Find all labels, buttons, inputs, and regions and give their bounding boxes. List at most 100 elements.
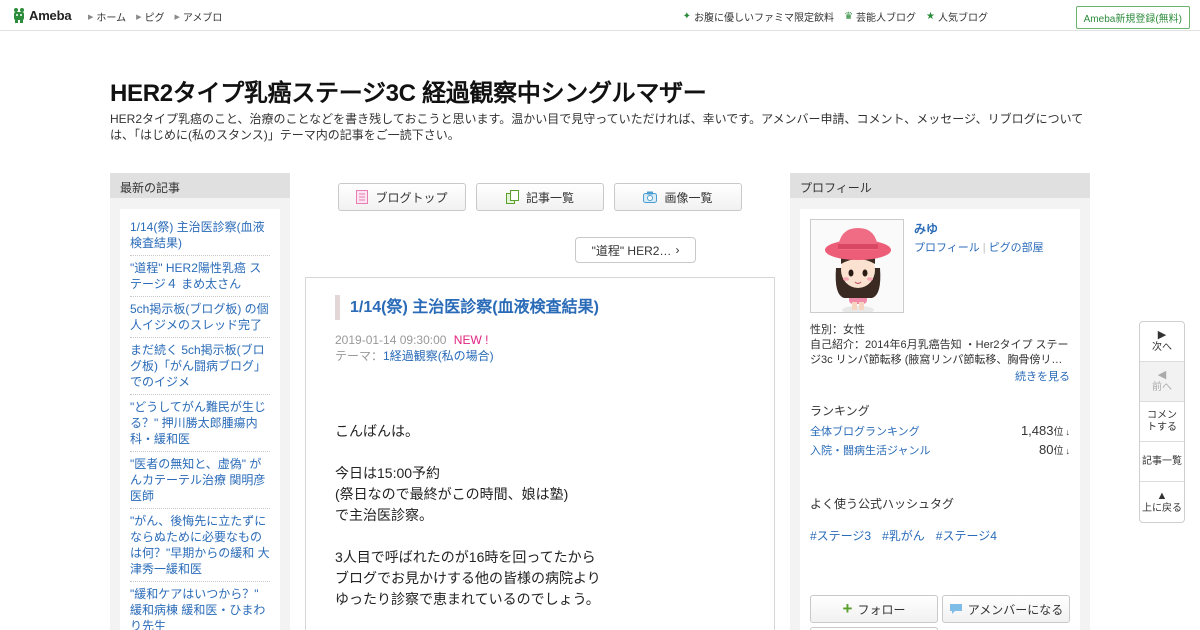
- recent-post-link[interactable]: "医者の無知と、虚偽" がんカテーテル治療 関明彦医師: [130, 452, 270, 509]
- link-famima-label: お腹に優しいファミマ限定飲料: [694, 13, 835, 24]
- chevron-right-icon: ›: [675, 243, 680, 257]
- ranking-value: 80: [1039, 442, 1054, 457]
- entry-body: こんばんは。 今日は15:00予約 (祭日なので最終がこの時間、娘は塾) で主治…: [335, 421, 755, 610]
- hashtag-link[interactable]: #ステージ4: [936, 527, 997, 544]
- recent-posts-heading: 最新の記事: [110, 173, 290, 198]
- post-list-button[interactable]: 記事一覧: [1140, 442, 1184, 482]
- profile-gender: 性別：女性: [810, 324, 865, 336]
- profile-name[interactable]: みゆ: [914, 220, 938, 237]
- entry-line: 今日は15:00予約: [335, 465, 441, 481]
- entry-date: 2019-01-14 09:30:00: [335, 333, 447, 347]
- ranking-label[interactable]: 入院・闘病生活ジャンル: [810, 442, 930, 458]
- next-post-button[interactable]: ▶ 次へ: [1140, 322, 1184, 362]
- ranking-unit: 位: [1053, 427, 1064, 438]
- blog-title[interactable]: HER2タイプ乳癌ステージ3C 経過観察中シングルマザー: [110, 73, 707, 108]
- pigg-room-link[interactable]: ピグの部屋: [989, 242, 1044, 254]
- ranking-row: 入院・闘病生活ジャンル 80位 ↓: [810, 441, 1070, 459]
- next-label: 次へ: [1152, 342, 1172, 353]
- adjacent-post-link[interactable]: "道程" HER2… ›: [575, 237, 696, 263]
- profile-link[interactable]: プロフィール: [914, 242, 980, 254]
- link-famima-drink[interactable]: ✦ お腹に優しいファミマ限定飲料: [683, 9, 834, 24]
- nav-pigg[interactable]: ▶ ピグ: [136, 9, 164, 24]
- recent-post-link[interactable]: 1/14(祭) 主治医診察(血液検査結果): [130, 215, 270, 256]
- blog-entry: 1/14(祭) 主治医診察(血液検査結果) 2019-01-14 09:30:0…: [305, 277, 775, 630]
- logo-text: Ameba: [29, 7, 72, 23]
- entry-title[interactable]: 1/14(祭) 主治医診察(血液検査結果): [335, 295, 599, 320]
- recent-post-link[interactable]: "緩和ケアはいつから？" 緩和病棟 緩和医・ひまわり先生: [130, 582, 270, 630]
- ranking-label[interactable]: 全体ブログランキング: [810, 423, 920, 439]
- hashtag-heading: よく使う公式ハッシュタグ: [810, 497, 955, 511]
- chat-bubble-icon: [949, 604, 962, 614]
- profile-content: みゆ プロフィール | ピグの部屋 性別：女性 自己紹介：2014年6月乳癌告知 ・…: [800, 209, 1080, 630]
- back-to-top-button[interactable]: ▲ 上に戻る: [1140, 482, 1184, 522]
- link-popular-blog[interactable]: ★ 人気ブログ: [926, 9, 988, 24]
- nav-pigg-label: ピグ: [144, 13, 165, 24]
- tab-image-list[interactable]: 画像一覧: [614, 183, 742, 211]
- follow-label: フォロー: [857, 602, 906, 617]
- entry-meta: 2019-01-14 09:30:00 NEW ! テーマ：1経過観察(私の場合…: [335, 332, 494, 364]
- read-more-link[interactable]: 続きを見る: [1015, 368, 1070, 384]
- recent-post-link[interactable]: "どうしてがん難民が生じる？" 押川勝太郎腫瘍内科・緩和医: [130, 395, 270, 452]
- entry-line: 3人目で呼ばれたのが16時を回ってたから: [335, 549, 596, 565]
- triangle-right-icon: ▶: [1157, 329, 1167, 341]
- global-header: Ameba ▶ ホーム ▶ ピグ ▶ アメブロ ✦ お腹に優しいファミマ限定飲料 ♛ 芸能…: [0, 0, 1200, 31]
- nav-home-label: ホーム: [96, 13, 127, 24]
- avatar-image: [811, 220, 903, 312]
- amember-button[interactable]: アメンバーになる: [942, 595, 1070, 623]
- triangle-left-icon: ◀: [1157, 369, 1167, 381]
- ranking-row: 全体ブログランキング 1,483位 ↓: [810, 422, 1070, 440]
- entry-line: で主治医診察。: [335, 507, 433, 523]
- ranking-value-group: 80位 ↓: [1039, 441, 1070, 459]
- hashtag-link[interactable]: #ステージ3: [810, 527, 871, 544]
- recent-posts-panel: 最新の記事 1/14(祭) 主治医診察(血液検査結果) "道程" HER2陽性乳…: [110, 173, 290, 630]
- ameba-logo[interactable]: Ameba: [12, 7, 72, 23]
- link-popular-label: 人気ブログ: [938, 13, 988, 24]
- hashtag-list: #ステージ3 #乳がん #ステージ4: [810, 527, 997, 544]
- tab-post-list[interactable]: 記事一覧: [476, 183, 604, 211]
- link-celebrity-label: 芸能人ブログ: [856, 13, 917, 24]
- nav-home[interactable]: ▶ ホーム: [88, 9, 126, 24]
- hashtag-link[interactable]: #乳がん: [882, 527, 925, 544]
- caret-right-icon: ▶: [88, 13, 94, 21]
- nav-ameblo-label: アメブロ: [182, 13, 223, 24]
- ranking-heading: ランキング: [810, 404, 870, 418]
- ranking-value-group: 1,483位 ↓: [1021, 422, 1070, 440]
- recent-post-link[interactable]: まだ続く 5ch掲示板(ブログ板)「がん闘病ブログ」でのイジメ: [130, 338, 270, 395]
- tab-blog-top[interactable]: ブログトップ: [338, 183, 466, 211]
- header-right-links: ✦ お腹に優しいファミマ限定飲料 ♛ 芸能人ブログ ★ 人気ブログ: [683, 9, 988, 24]
- entry-line: [335, 442, 755, 463]
- caret-right-icon: ▶: [174, 13, 180, 21]
- sparkle-icon: ✦: [682, 11, 692, 22]
- link-celebrity-blog[interactable]: ♛ 芸能人ブログ: [844, 9, 916, 24]
- prev-post-button[interactable]: ◀ 前へ: [1140, 362, 1184, 402]
- nav-ameblo[interactable]: ▶ アメブロ: [174, 9, 222, 24]
- star-icon: ★: [926, 11, 935, 22]
- follow-button[interactable]: + フォロー: [810, 595, 938, 623]
- caret-right-icon: ▶: [136, 13, 142, 21]
- entry-line: ゆったり診察で恵まれているのでしょう。: [335, 591, 600, 607]
- list-icon: [505, 190, 519, 204]
- recent-post-link[interactable]: "道程" HER2陽性乳癌 ステージ４ まめ太さん: [130, 256, 270, 297]
- arrow-down-icon: ↓: [1065, 427, 1071, 437]
- document-icon: [356, 190, 369, 204]
- comment-button[interactable]: コメントする: [1140, 402, 1184, 442]
- tab-blog-top-label: ブログトップ: [375, 190, 448, 205]
- theme-label: テーマ：: [335, 349, 384, 363]
- recent-post-link[interactable]: "がん、後悔先に立たずにならぬために必要なものは何？"早期からの緩和 大津秀一緩…: [130, 509, 270, 582]
- crown-icon: ♛: [844, 11, 854, 22]
- blog-tabs: ブログトップ 記事一覧 画像一覧: [338, 183, 742, 211]
- link-separator: |: [982, 242, 986, 254]
- signup-button[interactable]: Ameba新規登録(無料): [1075, 6, 1190, 29]
- entry-line: ブログでお見かけする他の皆様の病院より: [335, 570, 601, 586]
- back-to-top-label: 上に戻る: [1142, 502, 1182, 514]
- post-list-label: 記事一覧: [1142, 455, 1182, 467]
- entry-theme-link[interactable]: 1経過観察(私の場合): [383, 349, 494, 363]
- blog-description: HER2タイプ乳癌のこと、治療のことなどを書き残しておこうと思います。温かい目で…: [110, 112, 1084, 142]
- avatar[interactable]: [810, 219, 904, 313]
- tab-image-list-label: 画像一覧: [664, 190, 713, 205]
- global-nav: ▶ ホーム ▶ ピグ ▶ アメブロ: [88, 9, 222, 24]
- amember-label: アメンバーになる: [967, 602, 1064, 617]
- plus-icon: +: [842, 599, 853, 618]
- recent-post-link[interactable]: 5ch掲示板(ブログ板) の個人イジメのスレッド完了: [130, 297, 270, 338]
- profile-panel: プロフィール みゆ プロフィール | ピグの部屋 性別：女性 自己紹介：2014…: [790, 173, 1090, 630]
